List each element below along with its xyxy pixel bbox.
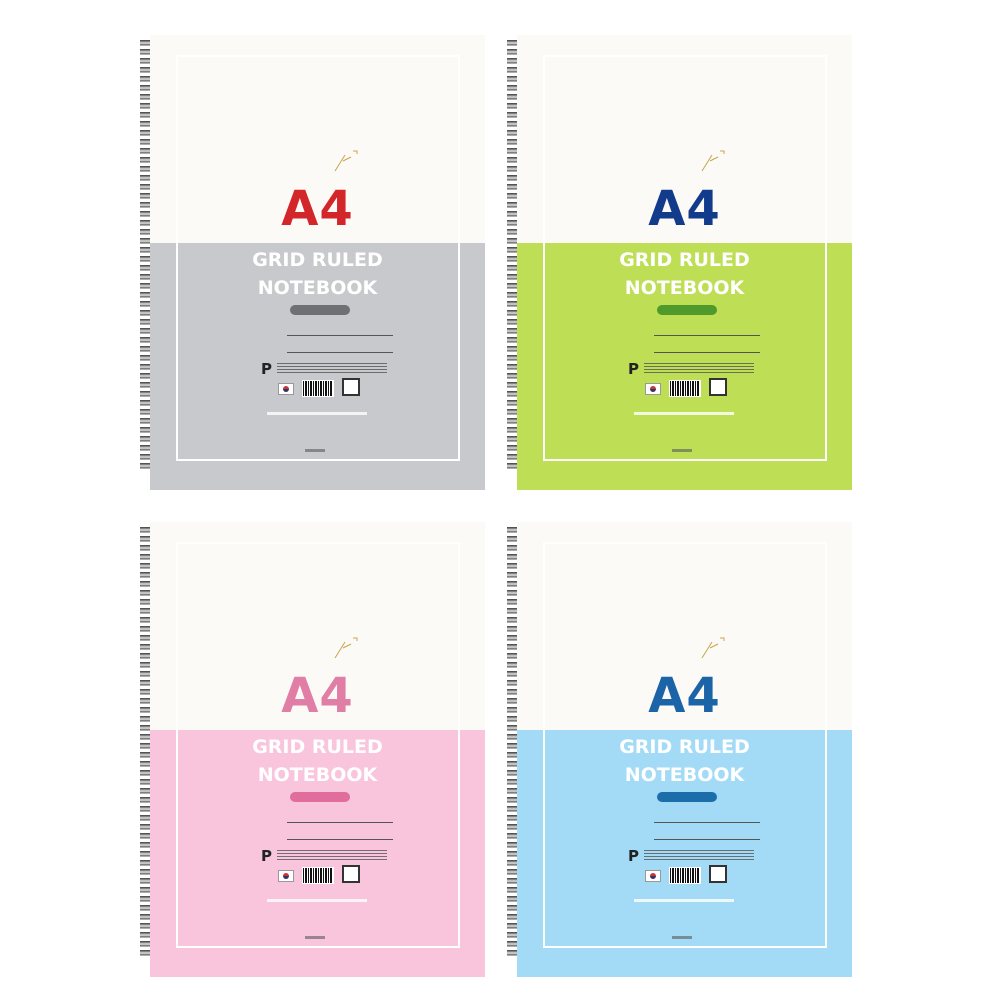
notebook-blue: A4 GRID RULED NOTEBOOK P xyxy=(507,522,852,977)
pen-scribble-icon xyxy=(701,150,725,172)
fine-print xyxy=(277,850,387,862)
stamp-icon xyxy=(709,865,727,883)
brand-logo-icon: P xyxy=(628,360,639,378)
brand-logo-icon: P xyxy=(628,847,639,865)
korea-flag-icon xyxy=(278,383,294,395)
korea-flag-icon xyxy=(645,870,661,882)
notebook-cover: A4 GRID RULED NOTEBOOK P xyxy=(517,35,852,490)
pen-scribble-icon xyxy=(334,637,358,659)
tiny-brand xyxy=(672,936,692,939)
name-field xyxy=(630,832,760,842)
pen-scribble-icon xyxy=(334,150,358,172)
spec-pill xyxy=(657,305,717,315)
barcode xyxy=(669,867,701,884)
fine-print xyxy=(644,850,754,862)
stamp-icon xyxy=(709,378,727,396)
korea-flag-icon xyxy=(278,870,294,882)
tiny-brand xyxy=(305,449,325,452)
notebook-cover: A4 GRID RULED NOTEBOOK P xyxy=(150,522,485,977)
title-line-2: NOTEBOOK xyxy=(257,277,378,299)
notebook-cover: A4 GRID RULED NOTEBOOK P xyxy=(517,522,852,977)
subject-field xyxy=(630,328,760,338)
spec-pill xyxy=(290,305,350,315)
title-line-2: NOTEBOOK xyxy=(257,764,378,786)
stamp-icon xyxy=(342,865,360,883)
size-label: A4 xyxy=(281,181,354,237)
title-line-2: NOTEBOOK xyxy=(624,764,745,786)
notebook-cover: A4 GRID RULED NOTEBOOK P xyxy=(150,35,485,490)
spec-pill xyxy=(290,792,350,802)
notebook-green: A4 GRID RULED NOTEBOOK P xyxy=(507,35,852,490)
size-label: A4 xyxy=(281,668,354,724)
title-line-2: NOTEBOOK xyxy=(624,277,745,299)
brand-logo-icon: P xyxy=(261,360,272,378)
size-label: A4 xyxy=(648,668,721,724)
notebook-pink: A4 GRID RULED NOTEBOOK P xyxy=(140,522,485,977)
tiny-text xyxy=(634,899,734,902)
fine-print xyxy=(644,363,754,375)
name-field xyxy=(263,345,393,355)
title-line-1: GRID RULED xyxy=(619,249,750,271)
tiny-text xyxy=(267,899,367,902)
tiny-brand xyxy=(672,449,692,452)
subject-field xyxy=(263,815,393,825)
barcode xyxy=(669,380,701,397)
tiny-text xyxy=(634,412,734,415)
tiny-text xyxy=(267,412,367,415)
title-line-1: GRID RULED xyxy=(619,736,750,758)
title-line-1: GRID RULED xyxy=(252,736,383,758)
spec-pill xyxy=(657,792,717,802)
fine-print xyxy=(277,363,387,375)
size-label: A4 xyxy=(648,181,721,237)
brand-logo-icon: P xyxy=(261,847,272,865)
barcode xyxy=(302,867,334,884)
subject-field xyxy=(630,815,760,825)
tiny-brand xyxy=(305,936,325,939)
korea-flag-icon xyxy=(645,383,661,395)
subject-field xyxy=(263,328,393,338)
title-line-1: GRID RULED xyxy=(252,249,383,271)
name-field xyxy=(263,832,393,842)
stamp-icon xyxy=(342,378,360,396)
barcode xyxy=(302,380,334,397)
notebook-gray: A4 GRID RULED NOTEBOOK P xyxy=(140,35,485,490)
pen-scribble-icon xyxy=(701,637,725,659)
name-field xyxy=(630,345,760,355)
